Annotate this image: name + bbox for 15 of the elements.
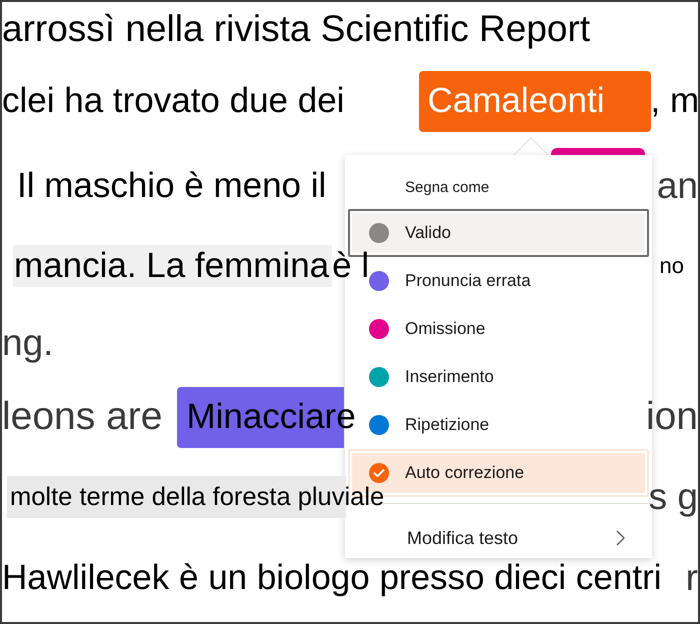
text-fragment: Il maschio è meno il: [17, 165, 326, 207]
text-fragment: , m: [650, 80, 698, 122]
text-fragment: ng.: [2, 320, 54, 365]
text-fragment: leons are: [2, 394, 162, 440]
text-fragment: Hawlilecek è un biologo presso dieci centri: [2, 557, 662, 599]
menu-heading: Segna come: [404, 178, 490, 198]
text-fragment: an: [656, 164, 698, 208]
chevron-right-icon: [616, 530, 625, 546]
text-fragment: arrossì nella rivista Scientific Report: [2, 6, 590, 51]
text-fragment: no: [660, 252, 684, 280]
text-fragment: clei ha trovato due dei: [2, 80, 344, 122]
text-fragment: s g: [648, 474, 698, 519]
highlighted-text: molte terme della foresta pluviale: [7, 476, 384, 518]
text-fragment: r: [686, 556, 698, 600]
highlighted-text: mancia. La femmina: [13, 245, 332, 287]
